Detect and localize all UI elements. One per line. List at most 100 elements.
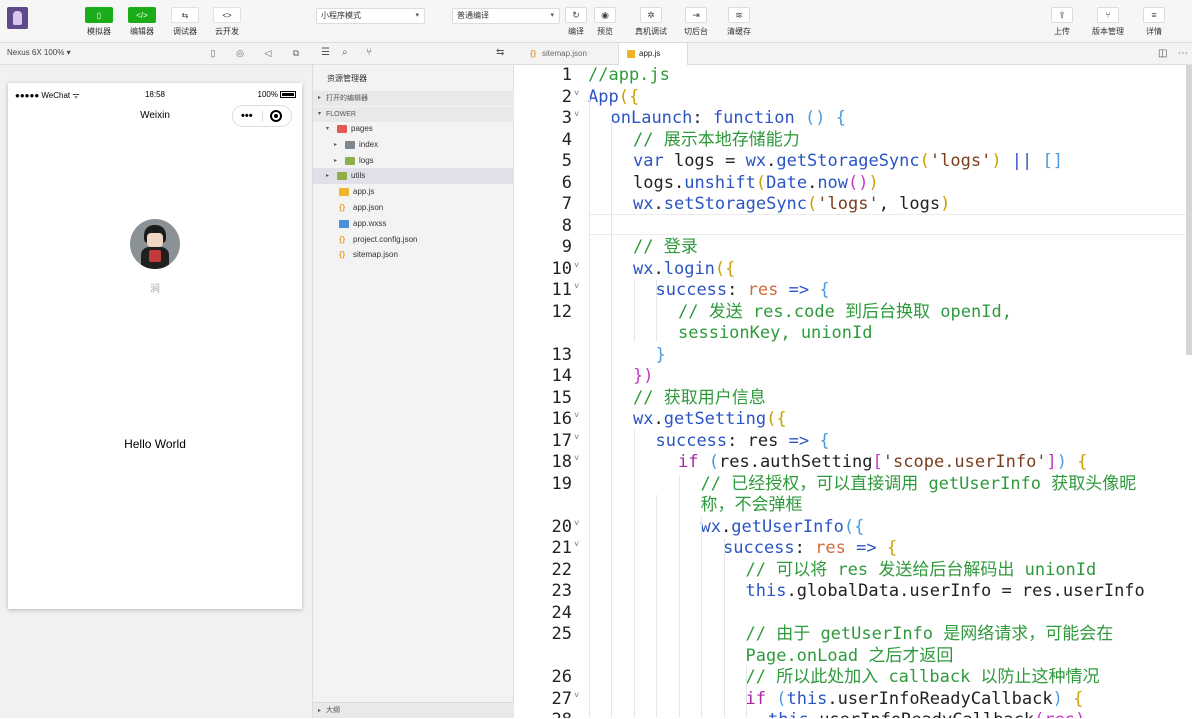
- outline-label: 大纲: [326, 707, 340, 714]
- user-avatar[interactable]: [130, 219, 180, 269]
- details-button[interactable]: ≡ 详情: [1137, 7, 1171, 37]
- code-line[interactable]: // 已经授权，可以直接调用 getUserInfo 获取头像昵: [701, 474, 1137, 495]
- menu-capsule[interactable]: •••: [232, 105, 292, 127]
- detach-icon[interactable]: ⧉: [290, 47, 302, 59]
- code-line[interactable]: wx.getUserInfo({: [701, 517, 865, 538]
- open-editors-section[interactable]: ▸ 打开的编辑器: [313, 91, 514, 106]
- code-line[interactable]: 称，不会弹框: [701, 495, 803, 516]
- code-token: // 由于 getUserInfo 是网络请求，可能会在: [745, 624, 1114, 644]
- remote-debug-button[interactable]: ✲ 真机调试: [634, 7, 668, 37]
- code-line[interactable]: if (this.userInfoReadyCallback) {: [746, 689, 1084, 710]
- record-icon[interactable]: ◎: [234, 47, 246, 59]
- code-line[interactable]: success: res => {: [656, 431, 830, 452]
- code-line[interactable]: Page.onLoad 之后才返回: [746, 646, 954, 667]
- code-line[interactable]: // 获取用户信息: [633, 388, 766, 409]
- phone-icon[interactable]: ▯: [207, 47, 219, 59]
- code-line[interactable]: if (res.authSetting['scope.userInfo']) {: [678, 452, 1088, 473]
- tab-app-js[interactable]: app.js: [618, 43, 688, 65]
- code-line[interactable]: wx.login({: [633, 259, 735, 280]
- line-number: 2: [561, 86, 572, 107]
- tree-item[interactable]: app.wxss: [313, 216, 514, 232]
- code-token: .: [749, 452, 760, 472]
- close-mini-program-icon[interactable]: [270, 110, 282, 122]
- code-token: success: [655, 280, 728, 300]
- code-line[interactable]: sessionKey, unionId: [678, 323, 872, 344]
- line-number: 25: [551, 624, 572, 644]
- code-line[interactable]: // 登录: [633, 237, 698, 258]
- file-icon: {}: [339, 234, 346, 244]
- code-line[interactable]: // 所以此处加入 callback 以防止这种情况: [746, 667, 1100, 688]
- fold-chevron-icon[interactable]: ˅: [574, 685, 579, 706]
- code-line[interactable]: }): [633, 366, 653, 387]
- tree-item[interactable]: app.js: [313, 184, 514, 200]
- compile-select[interactable]: 普通编译 ▾: [452, 8, 560, 24]
- fold-chevron-icon[interactable]: ˅: [574, 448, 579, 469]
- tree-item[interactable]: ▸ utils: [313, 168, 514, 185]
- device-select[interactable]: Nexus 6X 100% ▾: [7, 48, 71, 57]
- code-token: getUserInfo: [731, 516, 844, 537]
- code-token: .: [899, 581, 910, 601]
- code-line[interactable]: this.userInfoReadyCallback(res): [768, 710, 1085, 718]
- version-button[interactable]: ⑂ 版本管理: [1091, 7, 1125, 37]
- split-editor-icon[interactable]: ◫: [1158, 48, 1167, 60]
- project-section[interactable]: ▾ FLOWER: [313, 107, 514, 122]
- tree-item[interactable]: ▸ logs: [313, 153, 514, 169]
- fold-chevron-icon[interactable]: ˅: [574, 83, 579, 104]
- code-line[interactable]: wx.getSetting({: [633, 409, 787, 430]
- editor-button[interactable]: </> 编辑器: [127, 7, 157, 37]
- code-line[interactable]: // 由于 getUserInfo 是网络请求，可能会在: [746, 624, 1114, 645]
- mode-select[interactable]: 小程序模式 ▾: [316, 8, 425, 24]
- code-token: wx: [700, 516, 721, 537]
- split-icon[interactable]: ⇆: [496, 47, 504, 59]
- volume-icon[interactable]: ◁: [262, 47, 274, 59]
- upload-button[interactable]: ⇪ 上传: [1045, 7, 1079, 37]
- debugger-button[interactable]: ⇆ 调试器: [170, 7, 200, 37]
- search-icon[interactable]: ⌕: [342, 47, 348, 59]
- line-number: 27: [551, 688, 572, 709]
- cloud-button[interactable]: <> 云开发: [212, 7, 242, 37]
- code-token: :: [794, 538, 816, 558]
- code-line[interactable]: wx.setStorageSync('logs', logs): [633, 194, 950, 215]
- code-line[interactable]: //app.js: [588, 65, 670, 86]
- fold-chevron-icon[interactable]: ˅: [574, 534, 579, 555]
- code-line[interactable]: var logs = wx.getStorageSync('logs') || …: [633, 151, 1063, 172]
- code-editor[interactable]: 1 2 ˅ 3 ˅ 4 5 6 7 8 9 10 ˅ 11 ˅ 12 13 14 15 16 ˅ 17 ˅ 18 ˅ 19 20 ˅ 2…: [514, 65, 1192, 718]
- code-line[interactable]: App({: [588, 87, 639, 108]
- tree-item[interactable]: ▸ index: [313, 137, 514, 153]
- code-line[interactable]: logs.unshift(Date.now()): [633, 173, 879, 194]
- tree-item-label: pages: [351, 124, 373, 133]
- code-line[interactable]: onLaunch: function () {: [611, 108, 846, 129]
- preview-button[interactable]: ◉ 预览: [588, 7, 622, 37]
- line-number: 14: [551, 366, 572, 386]
- code-line[interactable]: // 发送 res.code 到后台换取 openId,: [678, 302, 1012, 323]
- fold-chevron-icon[interactable]: ˅: [574, 405, 579, 426]
- code-token: {: [1067, 452, 1088, 472]
- tree-item[interactable]: {} sitemap.json: [313, 247, 514, 263]
- code-line[interactable]: // 可以将 res 发送给后台解码出 unionId: [746, 560, 1097, 581]
- fold-chevron-icon[interactable]: ˅: [574, 427, 579, 448]
- user-avatar-top[interactable]: [7, 7, 28, 29]
- fold-chevron-icon[interactable]: ˅: [574, 513, 579, 534]
- fold-chevron-icon[interactable]: ˅: [574, 276, 579, 297]
- outline-section[interactable]: ▸ 大纲: [313, 702, 514, 718]
- code-line[interactable]: }: [656, 345, 666, 366]
- branch-icon[interactable]: ⑂: [366, 47, 372, 59]
- editor-scrollbar[interactable]: [1186, 65, 1192, 355]
- tree-item[interactable]: {} app.json: [313, 200, 514, 216]
- code-line[interactable]: // 展示本地存储能力: [633, 130, 800, 151]
- tree-item[interactable]: {} project.config.json: [313, 232, 514, 248]
- tab-sitemap-json[interactable]: {} sitemap.json: [522, 43, 612, 65]
- tree-item[interactable]: ▾ pages: [313, 121, 514, 137]
- indent-guide: [589, 95, 590, 718]
- more-icon[interactable]: •••: [241, 109, 253, 123]
- background-button[interactable]: ⇥ 切后台: [679, 7, 713, 37]
- simulator-button[interactable]: ▯ 模拟器: [84, 7, 114, 37]
- code-line[interactable]: success: res => {: [723, 538, 897, 559]
- clear-cache-button[interactable]: ≋ 清缓存: [722, 7, 756, 37]
- fold-chevron-icon[interactable]: ˅: [574, 255, 579, 276]
- file-list-icon[interactable]: ☰: [321, 47, 330, 59]
- code-line[interactable]: this.globalData.userInfo = res.userInfo: [746, 581, 1145, 602]
- fold-chevron-icon[interactable]: ˅: [574, 104, 579, 125]
- code-line[interactable]: success: res => {: [656, 280, 830, 301]
- more-actions-icon[interactable]: ⋯: [1178, 48, 1188, 60]
